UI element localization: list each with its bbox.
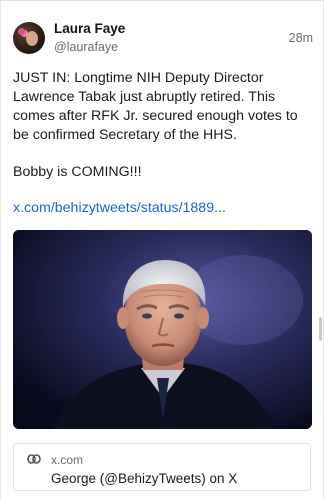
link-card-title: George (@BehizyTweets) on X xyxy=(51,471,238,486)
post-paragraph-1: JUST IN: Longtime NIH Deputy Director La… xyxy=(13,70,298,143)
link-card-domain: x.com xyxy=(51,453,84,467)
author-handle[interactable]: @laurafaye xyxy=(54,39,125,56)
author-block: Laura Faye @laurafaye xyxy=(54,20,125,56)
avatar[interactable] xyxy=(13,22,45,54)
avatar-face-detail xyxy=(26,31,38,46)
post-container: Laura Faye @laurafaye 28m JUST IN: Longt… xyxy=(0,0,324,500)
avatar-flower-detail xyxy=(18,28,25,35)
post-header: Laura Faye @laurafaye 28m xyxy=(13,20,313,58)
link-icon xyxy=(27,454,41,464)
link-preview-card[interactable]: x.com George (@BehizyTweets) on X xyxy=(13,443,311,491)
post-timestamp[interactable]: 28m xyxy=(289,31,313,45)
top-divider xyxy=(1,0,324,4)
post-paragraph-2: Bobby is COMING!!! xyxy=(13,164,142,180)
post-link[interactable]: x.com/behizytweets/status/1889... xyxy=(13,199,226,218)
portrait-illustration xyxy=(13,230,312,429)
scrollbar-handle[interactable] xyxy=(319,317,322,341)
post-image[interactable] xyxy=(13,230,312,429)
post-body: JUST IN: Longtime NIH Deputy Director La… xyxy=(13,69,313,145)
author-name[interactable]: Laura Faye xyxy=(54,20,125,37)
